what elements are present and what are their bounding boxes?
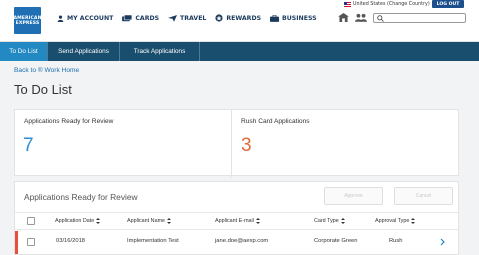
- stat-ready-for-review[interactable]: Applications Ready for Review 7: [15, 110, 232, 177]
- person-icon: [57, 14, 64, 22]
- stat-label: Rush Card Applications: [241, 118, 310, 125]
- cell-date: 03/16/2018: [56, 238, 86, 244]
- rewards-icon: [215, 14, 223, 22]
- column-application-date[interactable]: Application Date: [55, 218, 101, 224]
- nav-label: BUSINESS: [282, 14, 317, 22]
- table-row[interactable]: 03/16/2018 Implementation Test jane.doe@…: [15, 231, 458, 254]
- cell-name: Implementation Test: [127, 238, 179, 244]
- cancel-button[interactable]: Cancel: [394, 187, 453, 205]
- sort-icon: [96, 218, 101, 224]
- nav-business[interactable]: BUSINESS: [270, 14, 317, 22]
- stat-label: Applications Ready for Review: [24, 118, 114, 125]
- home-icon[interactable]: [338, 13, 349, 22]
- nav-rewards[interactable]: REWARDS: [215, 14, 261, 22]
- row-checkbox[interactable]: [27, 238, 35, 246]
- stat-rush-card[interactable]: Rush Card Applications 3: [232, 110, 458, 177]
- nav-label: REWARDS: [226, 14, 262, 22]
- cards-icon: [122, 14, 133, 21]
- nav-label: CARDS: [135, 14, 160, 22]
- tab-bar: To Do List Send Applications Track Appli…: [0, 42, 479, 61]
- column-approval-type[interactable]: Approval Type: [375, 218, 416, 224]
- country-selector[interactable]: United States (Change Country): [344, 2, 430, 7]
- column-card-type[interactable]: Card Type: [314, 218, 345, 224]
- nav-label: TRAVEL: [180, 14, 207, 22]
- sort-icon: [255, 218, 260, 224]
- briefcase-icon: [270, 14, 280, 22]
- column-applicant-name[interactable]: Applicant Name: [127, 218, 172, 224]
- users-icon[interactable]: [355, 13, 367, 22]
- column-label: Approval Type: [375, 218, 410, 224]
- column-label: Application Date: [55, 218, 95, 224]
- main-nav: MY ACCOUNT CARDS TRAVEL REWARDS BUSINESS: [57, 14, 317, 22]
- tab-track-applications[interactable]: Track Applications: [120, 42, 200, 61]
- cell-approval-type: Rush: [389, 238, 403, 244]
- page-title: To Do List: [14, 82, 72, 97]
- chevron-right-icon[interactable]: [440, 238, 445, 246]
- table-header: Application Date Applicant Name Applican…: [15, 212, 458, 230]
- search-icon: [377, 15, 384, 22]
- nav-my-account[interactable]: MY ACCOUNT: [57, 15, 113, 22]
- column-label: Card Type: [314, 218, 339, 224]
- stats-card: Applications Ready for Review 7 Rush Car…: [14, 109, 459, 177]
- select-all-checkbox[interactable]: [27, 217, 35, 225]
- column-applicant-email[interactable]: Applicant E-mail: [215, 218, 260, 224]
- logo-line-2: EXPRESS: [15, 20, 40, 26]
- breadcrumb-back-link[interactable]: Back to ® Work Home: [14, 67, 79, 74]
- us-flag-icon: [344, 2, 351, 7]
- top-header: AMERICAN EXPRESS MY ACCOUNT CARDS TRAVEL…: [0, 0, 479, 42]
- stat-value: 3: [241, 135, 252, 156]
- column-label: Applicant E-mail: [215, 218, 254, 224]
- review-card: Applications Ready for Review Approve Ca…: [14, 181, 459, 255]
- stat-value: 7: [23, 135, 34, 156]
- nav-cards[interactable]: CARDS: [122, 14, 160, 22]
- review-title: Applications Ready for Review: [24, 192, 138, 202]
- column-label: Applicant Name: [127, 218, 166, 224]
- country-label: United States (Change Country): [353, 2, 430, 7]
- search-box[interactable]: [373, 13, 466, 23]
- cell-card-type: Corporate Green: [314, 238, 358, 244]
- amex-logo[interactable]: AMERICAN EXPRESS: [13, 7, 41, 34]
- logout-button[interactable]: LOG OUT: [432, 0, 464, 8]
- sort-icon: [167, 218, 172, 224]
- approve-button[interactable]: Approve: [324, 187, 383, 205]
- nav-label: MY ACCOUNT: [67, 14, 114, 22]
- cell-email: jane.doe@aexp.com: [215, 238, 269, 244]
- tab-to-do-list[interactable]: To Do List: [0, 42, 48, 61]
- sort-icon: [411, 218, 416, 224]
- plane-icon: [168, 15, 178, 22]
- nav-travel[interactable]: TRAVEL: [168, 14, 206, 22]
- sort-icon: [340, 218, 345, 224]
- tab-send-applications[interactable]: Send Applications: [48, 42, 120, 61]
